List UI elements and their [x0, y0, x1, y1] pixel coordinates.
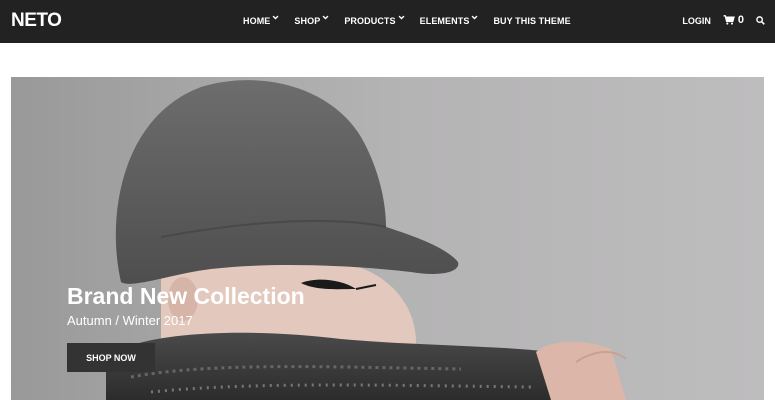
chevron-down-icon [471, 15, 478, 20]
top-navbar: NETO HOME SHOP PRODUCTS ELEMENTS BUY THI… [0, 0, 775, 43]
nav-item-elements[interactable]: ELEMENTS [420, 15, 479, 27]
nav-item-label: ELEMENTS [419, 15, 470, 26]
cart-button[interactable]: 0 [723, 14, 744, 26]
shop-now-button[interactable]: SHOP NOW [67, 343, 155, 372]
nav-item-label: PRODUCTS [344, 15, 396, 26]
nav-item-shop[interactable]: SHOP [294, 15, 329, 27]
chevron-down-icon [322, 15, 329, 20]
search-icon [756, 16, 765, 25]
hero-banner: Brand New Collection Autumn / Winter 201… [11, 77, 764, 400]
nav-item-products[interactable]: PRODUCTS [344, 15, 405, 27]
chevron-down-icon [398, 15, 405, 20]
search-button[interactable] [756, 16, 765, 25]
nav-item-label: SHOP [294, 15, 321, 26]
shopping-cart-icon [723, 14, 735, 25]
chevron-down-icon [272, 15, 279, 20]
nav-item-label: HOME [243, 15, 271, 26]
nav-item-home[interactable]: HOME [243, 15, 279, 27]
hero-subtitle: Autumn / Winter 2017 [67, 313, 193, 328]
nav-item-label: BUY THIS THEME [493, 15, 571, 26]
main-nav: HOME SHOP PRODUCTS ELEMENTS BUY THIS THE… [243, 0, 586, 43]
hero-title: Brand New Collection [67, 283, 305, 309]
login-link[interactable]: LOGIN [682, 16, 711, 26]
nav-item-buy-theme[interactable]: BUY THIS THEME [493, 15, 570, 27]
site-logo[interactable]: NETO [11, 9, 62, 33]
header-actions: LOGIN 0 [682, 0, 765, 43]
cart-count: 0 [737, 13, 744, 26]
